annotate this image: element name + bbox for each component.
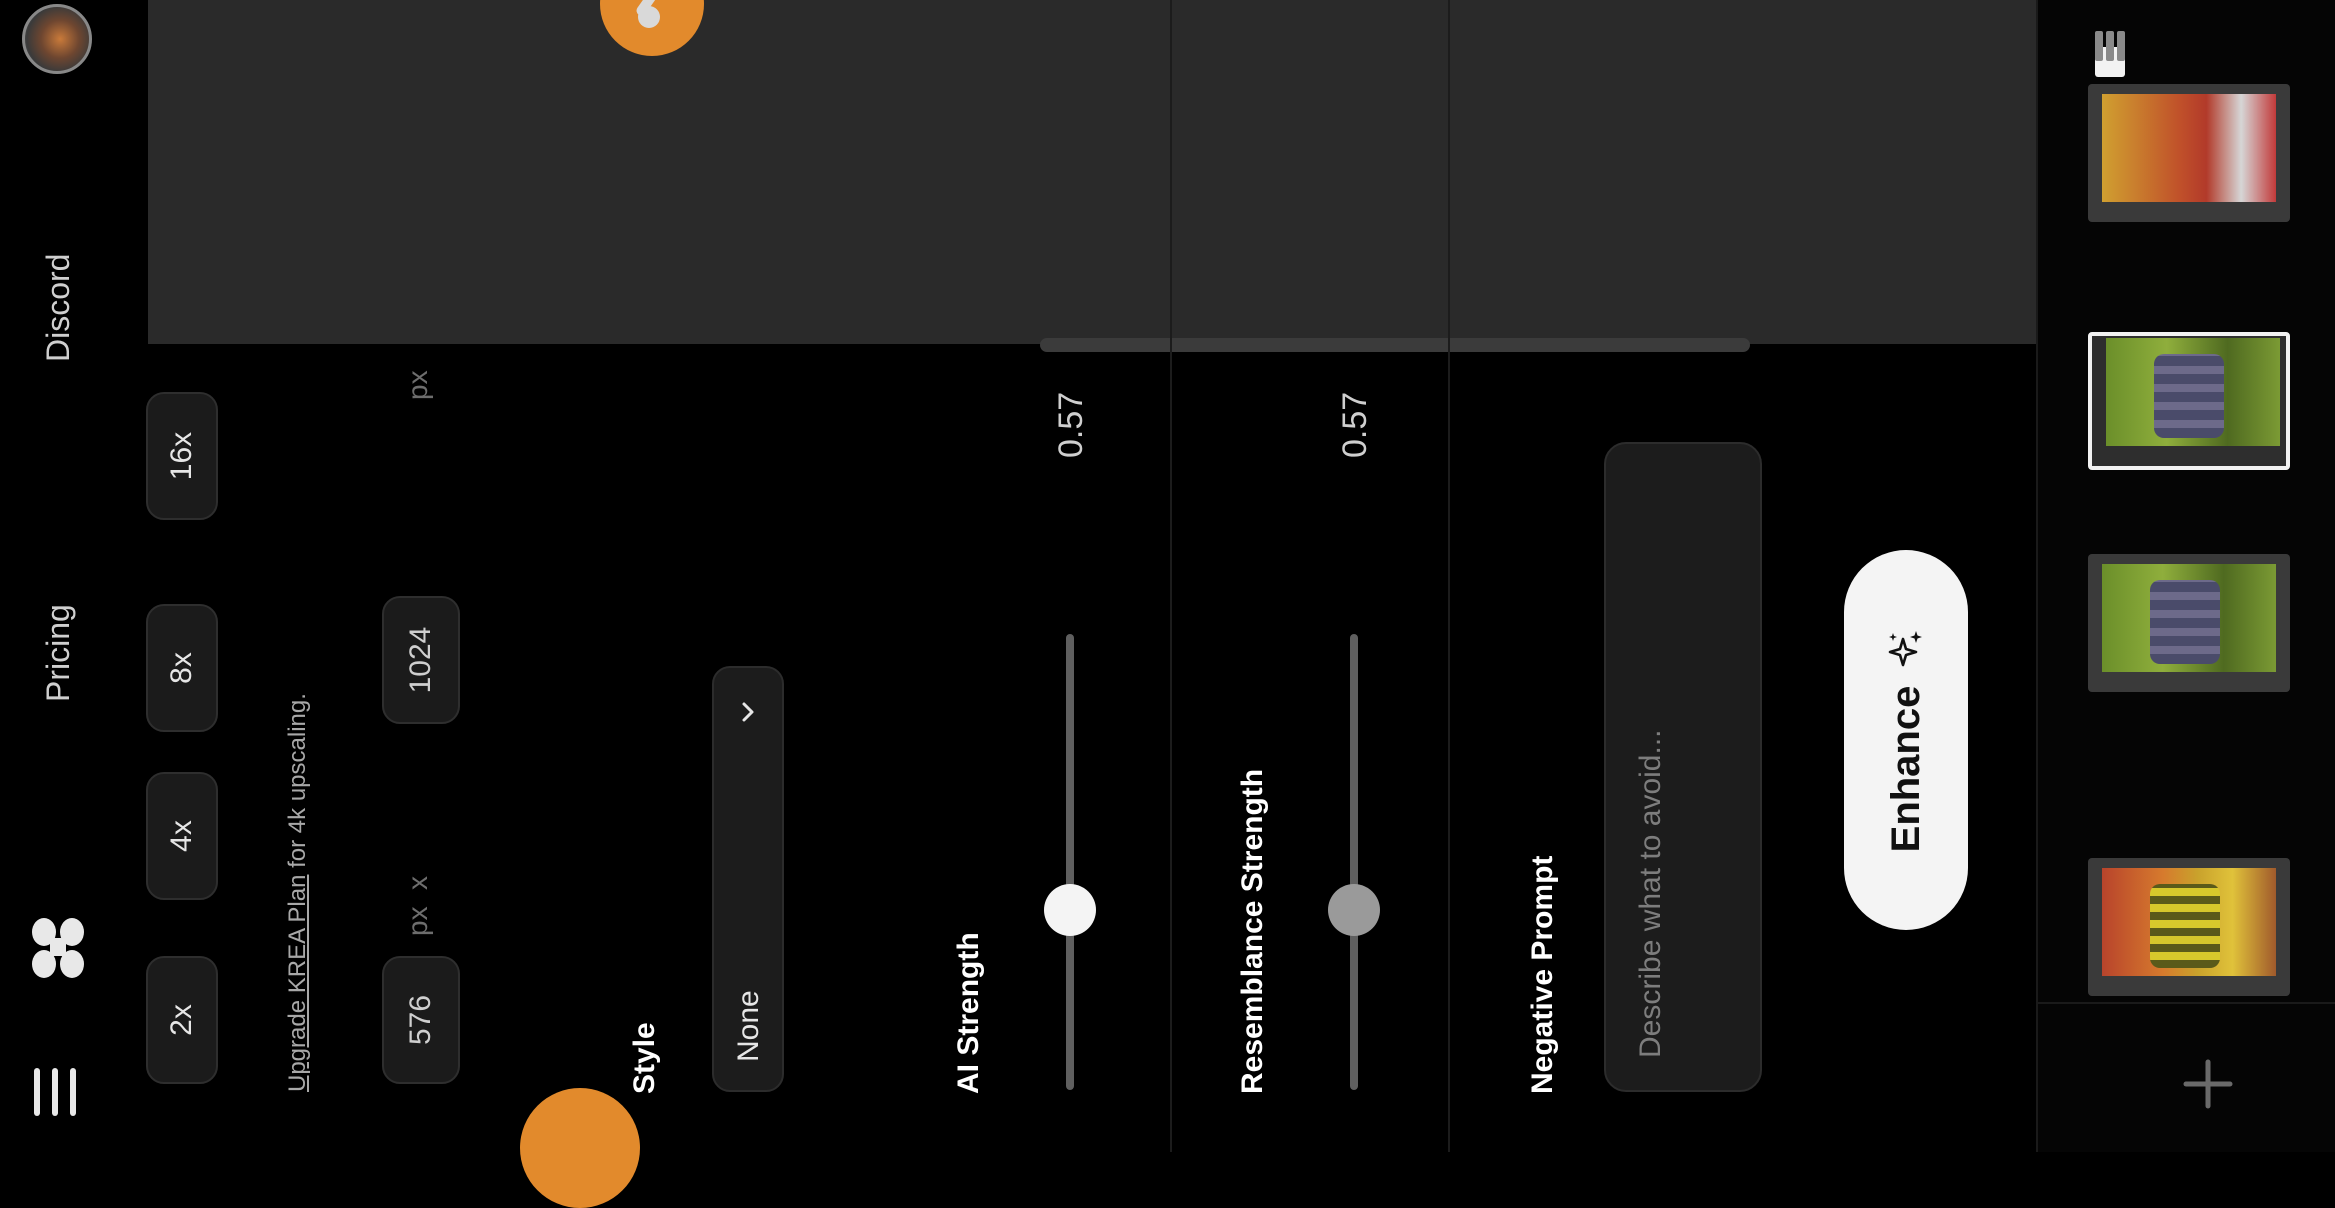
canvas-resize-handle[interactable]	[1040, 338, 1750, 352]
upgrade-plan-link[interactable]: Upgrade KREA Plan	[284, 875, 311, 1092]
history-thumbnail[interactable]	[2088, 858, 2290, 996]
history-thumbnail[interactable]	[2088, 84, 2290, 222]
scale-16x-button[interactable]: 16x	[146, 392, 218, 520]
width-field[interactable]: 576	[382, 956, 460, 1084]
plus-icon[interactable]	[2178, 1054, 2238, 1114]
ai-strength-slider-thumb[interactable]	[1044, 884, 1096, 936]
height-field[interactable]: 1024	[382, 596, 460, 724]
history-divider	[2036, 0, 2038, 1152]
history-footer-divider	[2036, 1002, 2335, 1004]
negative-prompt-label: Negative Prompt	[1526, 855, 1559, 1094]
style-select-value: None	[732, 990, 765, 1062]
resemblance-strength-label: Resemblance Strength	[1236, 768, 1269, 1094]
canvas-area[interactable]	[148, 0, 2036, 344]
user-avatar[interactable]	[22, 4, 92, 74]
resemblance-strength-value: 0.57	[1336, 391, 1374, 458]
chevron-down-icon	[742, 702, 754, 722]
scale-8x-button[interactable]: 8x	[146, 604, 218, 732]
section-divider	[1448, 0, 1450, 1152]
scale-4x-button[interactable]: 4x	[146, 772, 218, 900]
ai-strength-label: AI Strength	[952, 932, 985, 1094]
enhance-button[interactable]: Enhance	[1844, 550, 1968, 930]
ai-strength-value: 0.57	[1052, 391, 1090, 458]
orange-dot-icon	[520, 1088, 640, 1208]
ai-strength-slider-track[interactable]	[1066, 634, 1074, 1090]
dimension-separator: x	[402, 876, 433, 890]
layout-stack-icon[interactable]	[2092, 28, 2128, 64]
discord-link[interactable]: Discord	[40, 254, 77, 362]
resemblance-strength-slider-track[interactable]	[1350, 634, 1358, 1090]
width-unit-label: px	[402, 906, 433, 936]
negative-prompt-input[interactable]: Describe what to avoid...	[1604, 442, 1762, 1092]
enhance-button-label: Enhance	[1883, 685, 1928, 853]
height-unit-label: px	[402, 370, 433, 400]
upgrade-note: Upgrade KREA Plan for 4k upscaling.	[284, 332, 312, 1092]
history-thumbnail[interactable]	[2088, 554, 2290, 692]
krea-enhance-screen: Pricing Discord 2x 4x 8x 16x Upgrade KRE…	[0, 0, 2335, 1208]
hamburger-menu-icon[interactable]	[30, 1062, 80, 1122]
pricing-link[interactable]: Pricing	[40, 604, 77, 702]
krea-logo-icon[interactable]	[28, 912, 88, 982]
upgrade-note-text: for 4k upscaling.	[284, 693, 311, 875]
style-label: Style	[628, 1022, 661, 1094]
sparkle-icon	[1888, 630, 1922, 666]
history-thumbnail-selected[interactable]	[2088, 332, 2290, 470]
scale-2x-button[interactable]: 2x	[146, 956, 218, 1084]
resemblance-strength-slider-thumb[interactable]	[1328, 884, 1380, 936]
section-divider	[1170, 0, 1172, 1152]
